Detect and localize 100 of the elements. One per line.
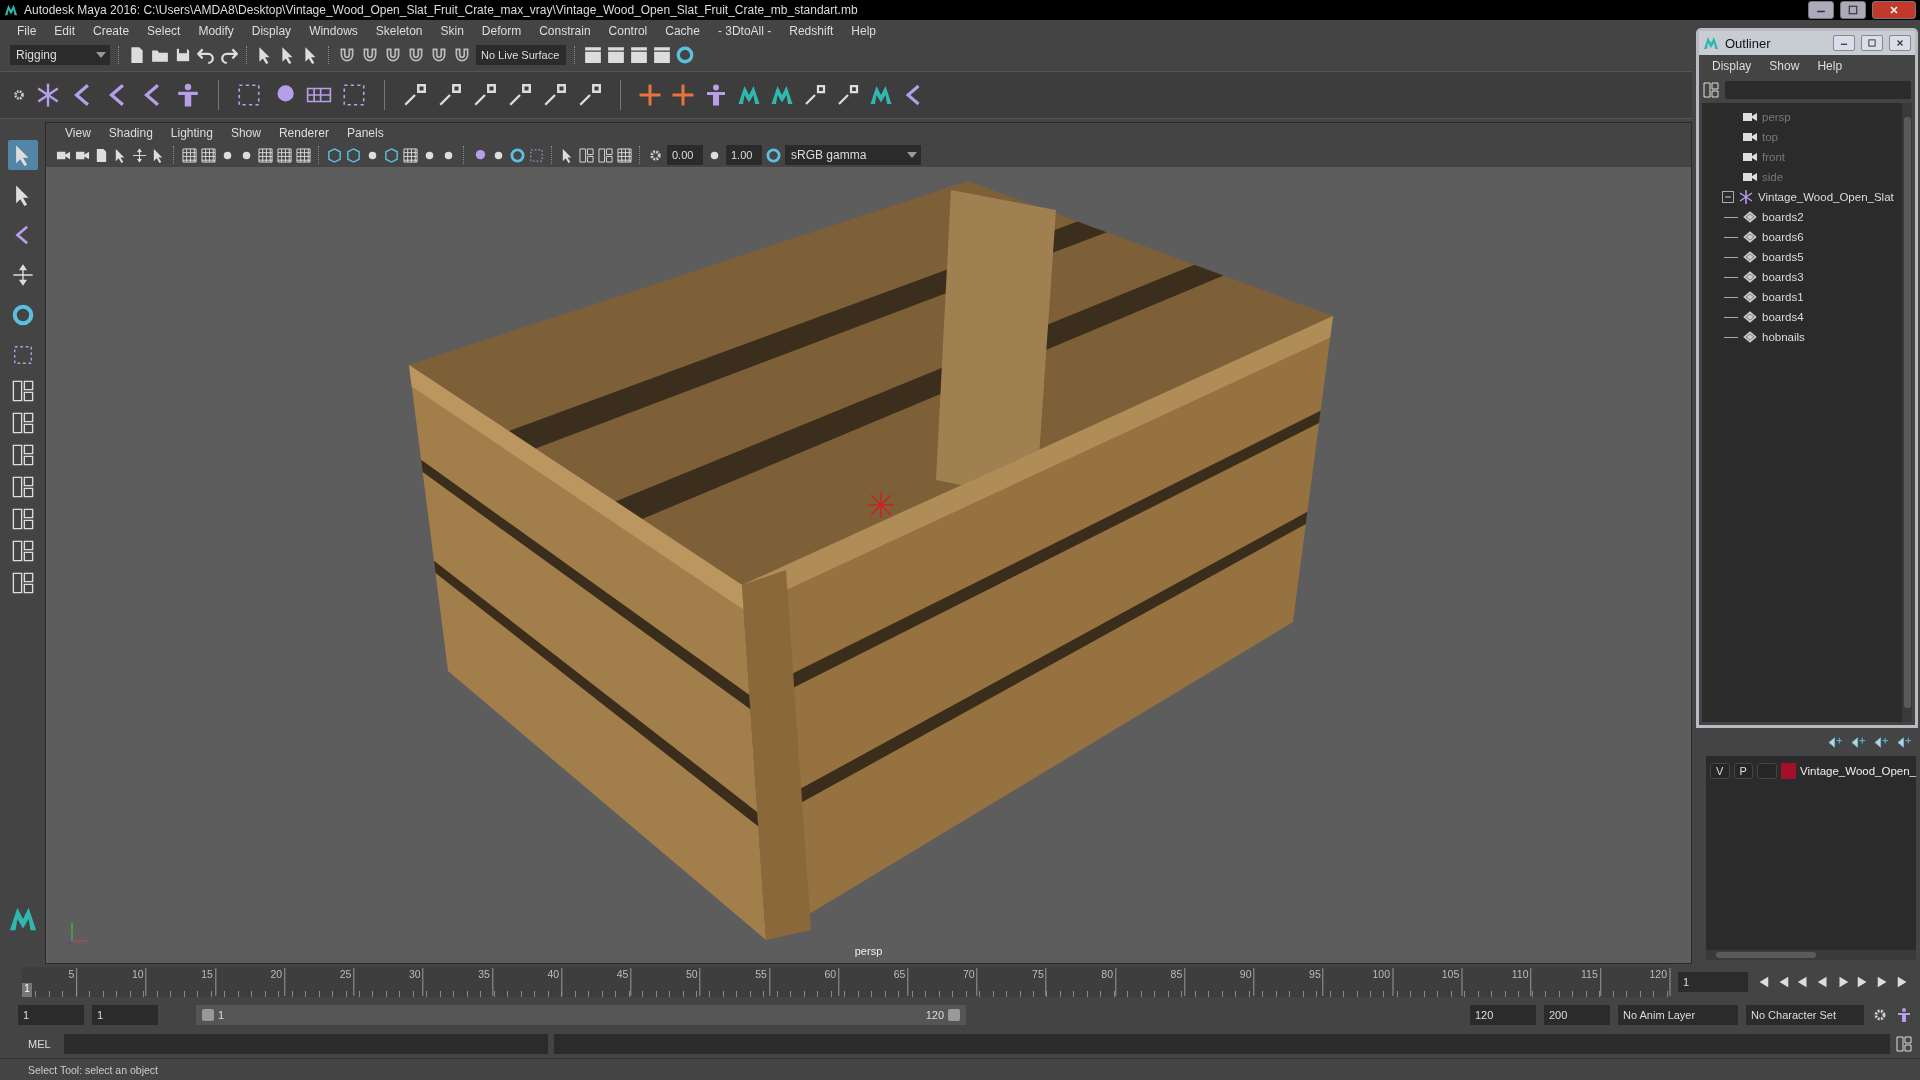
minimize-button[interactable] xyxy=(1833,35,1855,51)
menu-item[interactable]: Constrain xyxy=(530,24,600,38)
exposure-field[interactable]: 0.00 xyxy=(667,145,703,165)
scrollbar[interactable] xyxy=(1706,950,1916,960)
cube-icon[interactable] xyxy=(346,147,361,163)
ring-icon[interactable] xyxy=(510,147,525,163)
end-frame-field[interactable]: 200 xyxy=(1544,1005,1610,1025)
visibility-toggle[interactable]: V xyxy=(1710,763,1730,779)
clapper-icon[interactable] xyxy=(607,46,625,64)
outliner-item[interactable]: boards4 xyxy=(1762,311,1804,323)
menu-item[interactable]: Windows xyxy=(300,24,367,38)
grid-icon[interactable] xyxy=(201,147,216,163)
panel-menu-item[interactable]: View xyxy=(56,126,100,140)
outliner-menu-item[interactable]: Display xyxy=(1703,59,1761,73)
ring-icon[interactable] xyxy=(766,147,781,163)
layout-icon[interactable] xyxy=(1896,1036,1912,1052)
menu-set-dropdown[interactable]: Rigging xyxy=(10,45,110,65)
outliner-item[interactable]: boards1 xyxy=(1762,291,1804,303)
grid-icon[interactable] xyxy=(277,147,292,163)
layout-icon[interactable] xyxy=(11,412,34,434)
layer-name[interactable]: Vintage_Wood_Open_ xyxy=(1800,765,1916,777)
outliner-menu-item[interactable]: Help xyxy=(1808,59,1852,73)
layer-icon[interactable] xyxy=(1897,734,1912,750)
logo-icon[interactable] xyxy=(869,83,893,107)
outliner-menu-item[interactable]: Show xyxy=(1760,59,1809,73)
panel-menu-item[interactable]: Lighting xyxy=(161,126,222,140)
layout-icon[interactable] xyxy=(11,380,34,402)
clapper-icon[interactable] xyxy=(630,46,648,64)
playback-toggle[interactable]: P xyxy=(1733,763,1753,779)
asterisk-icon[interactable] xyxy=(35,82,61,108)
ring-icon[interactable] xyxy=(11,304,34,326)
undo-icon[interactable] xyxy=(197,46,215,64)
layer-icon[interactable] xyxy=(1851,734,1866,750)
settings-icon[interactable] xyxy=(12,88,26,102)
layout-icon[interactable] xyxy=(1703,82,1719,98)
cross-icon[interactable] xyxy=(638,83,662,107)
figure-icon[interactable] xyxy=(1896,1007,1912,1023)
maximize-button[interactable] xyxy=(1861,35,1883,51)
outliner-item[interactable]: boards6 xyxy=(1762,231,1804,243)
panel-menu-item[interactable]: Shading xyxy=(99,126,162,140)
outliner-item[interactable]: hobnails xyxy=(1762,331,1805,343)
collapse-toggle[interactable] xyxy=(1722,191,1734,203)
save-icon[interactable] xyxy=(174,46,192,64)
layout-icon[interactable] xyxy=(598,147,613,163)
settings-icon[interactable] xyxy=(1872,1007,1888,1023)
time-ruler[interactable]: 1 5 10 15 20 25 30 35 40 45 50 55 60 65 70 75 80 85 90 95 100 105 110 115 120 xyxy=(22,967,1670,997)
magnet-icon[interactable] xyxy=(361,46,379,64)
menu-item[interactable]: Redshift xyxy=(780,24,843,38)
playback-start-field[interactable]: 1 xyxy=(92,1005,158,1025)
cube-icon[interactable] xyxy=(327,147,342,163)
menu-item[interactable]: Skeleton xyxy=(366,24,432,38)
current-frame-field[interactable]: 1 xyxy=(1678,972,1748,992)
menu-item[interactable]: Select xyxy=(138,24,190,38)
move-icon[interactable] xyxy=(11,264,34,286)
menu-item[interactable]: Edit xyxy=(45,24,85,38)
menu-item[interactable]: Display xyxy=(242,24,301,38)
logo-icon[interactable] xyxy=(770,83,794,107)
clapper-icon[interactable] xyxy=(584,46,602,64)
magnet-icon[interactable] xyxy=(453,46,471,64)
command-field[interactable] xyxy=(64,1034,548,1054)
move-icon[interactable] xyxy=(132,147,147,163)
dashed-square-icon[interactable] xyxy=(11,344,34,366)
character-set-dropdown[interactable]: No Character Set xyxy=(1746,1005,1864,1025)
maximize-button[interactable] xyxy=(1840,1,1866,19)
menu-item[interactable]: Help xyxy=(842,24,885,38)
dashed-square-icon[interactable] xyxy=(236,82,262,108)
document-icon[interactable] xyxy=(94,147,109,163)
menu-item[interactable]: Control xyxy=(599,24,657,38)
layout-icon[interactable] xyxy=(11,476,34,498)
redo-icon[interactable] xyxy=(220,46,238,64)
menu-item[interactable]: Deform xyxy=(472,24,531,38)
close-button[interactable] xyxy=(1889,35,1911,51)
ring-icon[interactable] xyxy=(676,46,694,64)
grid-icon[interactable] xyxy=(296,147,311,163)
reference-toggle[interactable] xyxy=(1757,763,1777,779)
figure-icon[interactable] xyxy=(175,82,201,108)
panel-menu-item[interactable]: Panels xyxy=(337,126,393,140)
dashed-square-icon[interactable] xyxy=(341,82,367,108)
anim-layer-dropdown[interactable]: No Anim Layer xyxy=(1618,1005,1738,1025)
color-space-dropdown[interactable]: sRGB gamma xyxy=(785,145,921,165)
playback-end-field[interactable]: 120 xyxy=(1470,1005,1536,1025)
gamma-field[interactable]: 1.00 xyxy=(726,145,762,165)
magnet-icon[interactable] xyxy=(338,46,356,64)
outliner-item[interactable]: boards3 xyxy=(1762,271,1804,283)
minimize-button[interactable] xyxy=(1808,1,1834,19)
layer-icon[interactable] xyxy=(1828,734,1843,750)
layout-icon[interactable] xyxy=(11,572,34,594)
layout-icon[interactable] xyxy=(579,147,594,163)
outliner-item[interactable]: boards5 xyxy=(1762,251,1804,263)
play-back-icon[interactable] xyxy=(1796,975,1810,989)
start-frame-field[interactable]: 1 xyxy=(18,1005,84,1025)
menu-item[interactable]: - 3DtoAll - xyxy=(708,24,781,38)
outliner-item[interactable]: Vintage_Wood_Open_Slat xyxy=(1758,191,1894,203)
script-language-label[interactable]: MEL xyxy=(28,1038,58,1050)
menu-item[interactable]: Modify xyxy=(189,24,243,38)
range-slider[interactable]: 1 120 xyxy=(196,1005,966,1025)
settings-icon[interactable] xyxy=(648,147,663,163)
magnet-icon[interactable] xyxy=(430,46,448,64)
cube-icon[interactable] xyxy=(384,147,399,163)
panel-menu-item[interactable]: Show xyxy=(221,126,270,140)
